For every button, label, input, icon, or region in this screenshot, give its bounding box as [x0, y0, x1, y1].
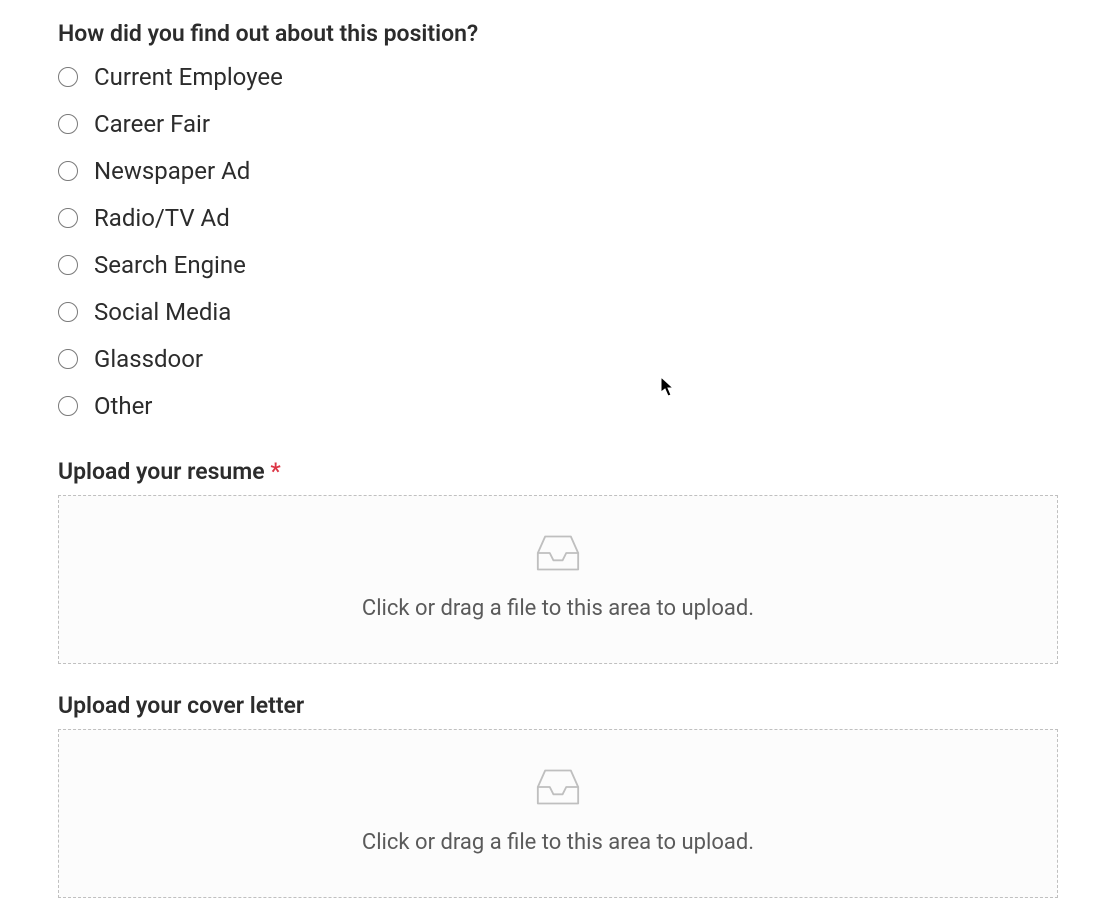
radio-item-newspaper-ad[interactable]: Newspaper Ad: [58, 157, 1058, 185]
radio-item-current-employee[interactable]: Current Employee: [58, 63, 1058, 91]
radio-item-career-fair[interactable]: Career Fair: [58, 110, 1058, 138]
radio-input[interactable]: [58, 302, 78, 322]
cover-letter-upload-section: Upload your cover letter Click or drag a…: [58, 692, 1058, 898]
referral-radio-group: Current Employee Career Fair Newspaper A…: [58, 63, 1058, 420]
radio-input[interactable]: [58, 208, 78, 228]
radio-label: Glassdoor: [94, 345, 203, 373]
radio-label: Newspaper Ad: [94, 157, 250, 185]
required-asterisk: *: [270, 458, 280, 485]
radio-label: Social Media: [94, 298, 231, 326]
radio-item-glassdoor[interactable]: Glassdoor: [58, 345, 1058, 373]
cover-letter-upload-label: Upload your cover letter: [58, 692, 1058, 719]
radio-label: Other: [94, 392, 152, 420]
cover-letter-dropzone-text: Click or drag a file to this area to upl…: [362, 830, 754, 855]
radio-item-social-media[interactable]: Social Media: [58, 298, 1058, 326]
radio-input[interactable]: [58, 349, 78, 369]
radio-label: Search Engine: [94, 251, 246, 279]
inbox-icon: [536, 532, 580, 574]
resume-dropzone[interactable]: Click or drag a file to this area to upl…: [58, 495, 1058, 664]
radio-item-other[interactable]: Other: [58, 392, 1058, 420]
radio-label: Radio/TV Ad: [94, 204, 230, 232]
radio-input[interactable]: [58, 114, 78, 134]
resume-upload-section: Upload your resume * Click or drag a fil…: [58, 458, 1058, 664]
radio-label: Career Fair: [94, 110, 210, 138]
resume-label-text: Upload your resume: [58, 458, 270, 485]
radio-label: Current Employee: [94, 63, 283, 91]
radio-input[interactable]: [58, 67, 78, 87]
radio-item-radio-tv-ad[interactable]: Radio/TV Ad: [58, 204, 1058, 232]
referral-question-section: How did you find out about this position…: [58, 20, 1058, 420]
radio-input[interactable]: [58, 161, 78, 181]
radio-item-search-engine[interactable]: Search Engine: [58, 251, 1058, 279]
referral-question-label: How did you find out about this position…: [58, 20, 1058, 47]
resume-upload-label: Upload your resume *: [58, 458, 1058, 485]
cover-letter-label-text: Upload your cover letter: [58, 692, 304, 719]
radio-input[interactable]: [58, 255, 78, 275]
radio-input[interactable]: [58, 396, 78, 416]
cover-letter-dropzone[interactable]: Click or drag a file to this area to upl…: [58, 729, 1058, 898]
inbox-icon: [536, 766, 580, 808]
resume-dropzone-text: Click or drag a file to this area to upl…: [362, 596, 754, 621]
